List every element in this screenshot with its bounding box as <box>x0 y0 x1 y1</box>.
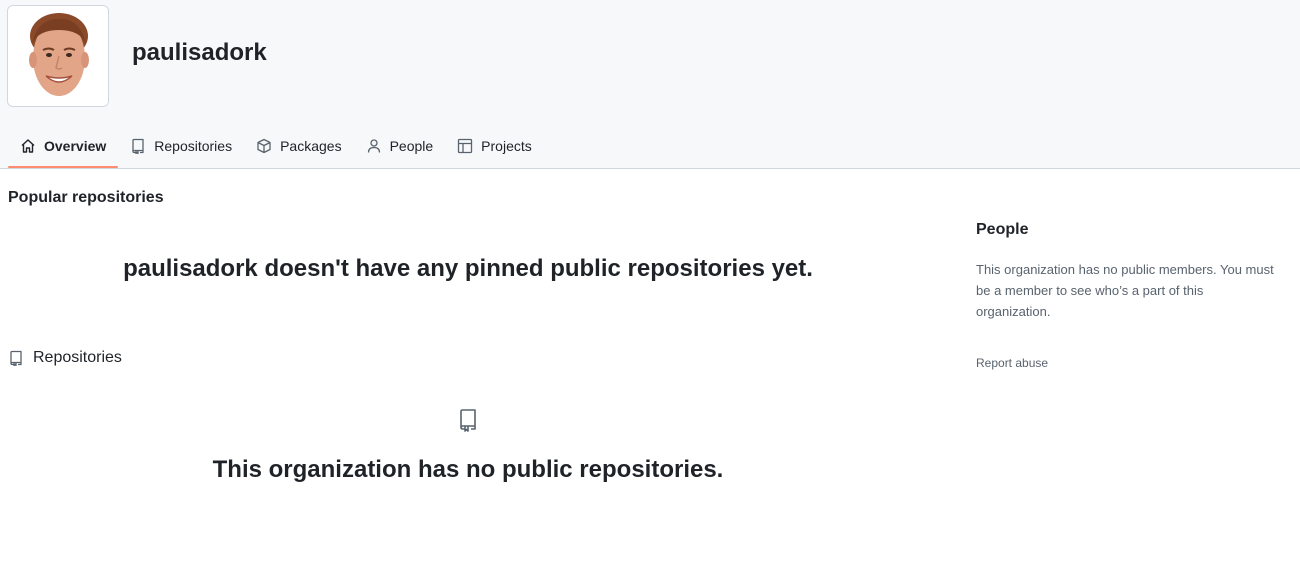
report-abuse-link[interactable]: Report abuse <box>976 356 1048 370</box>
repo-icon <box>10 350 22 366</box>
tab-projects-label: Projects <box>481 137 532 154</box>
repo-icon <box>460 409 476 432</box>
tab-overview[interactable]: Overview <box>8 124 119 168</box>
tab-packages-label: Packages <box>280 137 342 154</box>
people-heading: People <box>976 221 1029 238</box>
repositories-heading: Repositories <box>8 349 122 367</box>
tab-packages[interactable]: Packages <box>244 124 353 167</box>
popular-repositories-heading: Popular repositories <box>8 189 164 206</box>
person-icon <box>367 138 380 153</box>
tab-projects[interactable]: Projects <box>445 124 544 167</box>
org-avatar[interactable] <box>7 5 109 107</box>
tab-overview-label: Overview <box>44 137 107 154</box>
tab-people-label: People <box>389 137 434 154</box>
table-icon <box>458 138 473 153</box>
repo-icon <box>132 138 144 154</box>
org-name: paulisadork <box>132 39 267 66</box>
tab-repositories-label: Repositories <box>154 137 233 154</box>
pinned-empty-message: paulisadork doesn't have any pinned publ… <box>123 255 813 282</box>
home-icon <box>21 138 35 153</box>
repositories-heading-label: Repositories <box>33 349 122 366</box>
tab-repositories[interactable]: Repositories <box>118 124 244 167</box>
org-header: paulisadork Overview Repositories Packag… <box>0 0 1300 169</box>
org-nav-tabs: Overview Repositories Packages People Pr… <box>8 124 544 169</box>
avatar-face-image <box>8 6 108 106</box>
repositories-empty-message: This organization has no public reposito… <box>212 456 724 483</box>
tab-people[interactable]: People <box>354 124 446 167</box>
people-description: This organization has no public members.… <box>976 262 1274 319</box>
package-icon <box>257 138 271 153</box>
